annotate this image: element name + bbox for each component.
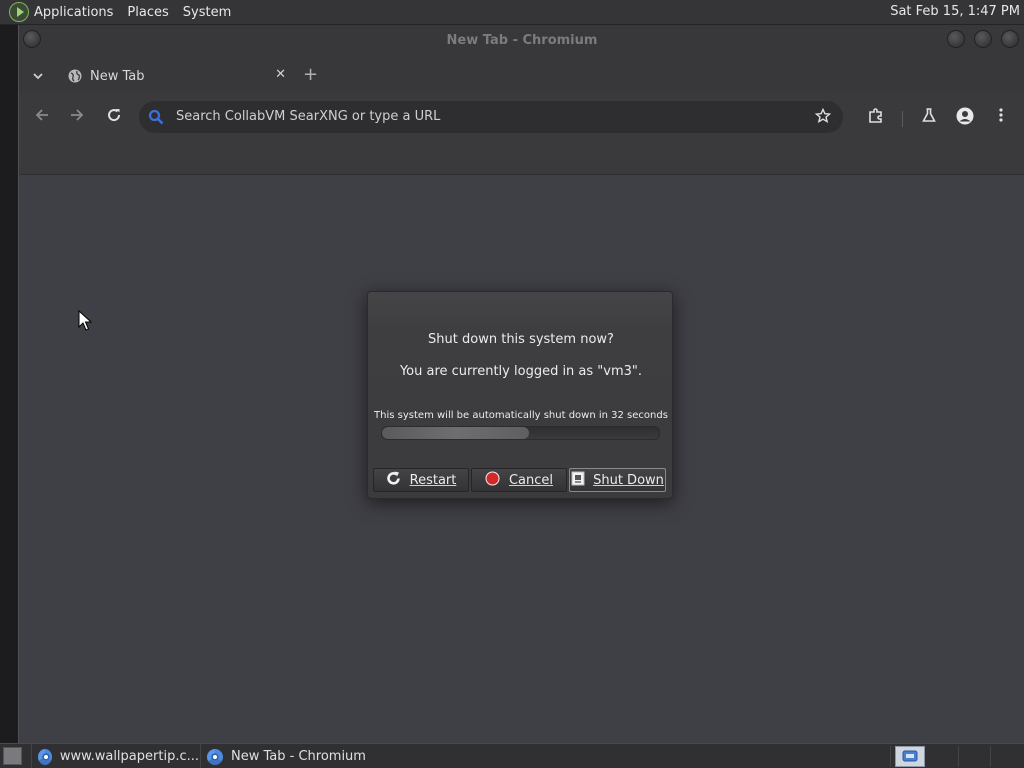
cancel-icon xyxy=(485,471,500,490)
chromium-icon xyxy=(38,748,52,765)
show-desktop-icon[interactable] xyxy=(3,747,22,765)
mouse-pointer-icon xyxy=(78,310,92,331)
omnibox-text: Search CollabVM SearXNG or type a URL xyxy=(176,109,441,124)
countdown-text: This system will be automatically shut d… xyxy=(374,410,668,421)
minimize-button[interactable] xyxy=(947,30,965,48)
shut-down-button[interactable]: Shut Down xyxy=(569,468,666,492)
cancel-button[interactable]: Cancel xyxy=(471,468,567,492)
restart-label: Restart xyxy=(409,472,457,488)
globe-icon xyxy=(68,69,82,83)
shutdown-dialog: Shut down this system now? You are curre… xyxy=(367,291,673,499)
tray-separator xyxy=(958,746,959,767)
menu-places[interactable]: Places xyxy=(127,5,168,20)
window-titlebar[interactable]: New Tab - Chromium xyxy=(19,25,1024,57)
labs-flask-icon[interactable] xyxy=(919,107,939,127)
tab-strip: New Tab ✕ + xyxy=(19,57,1024,93)
top-panel: Applications Places System Sat Feb 15, 1… xyxy=(0,0,1024,25)
bookmark-bar xyxy=(19,141,1024,175)
close-tab-icon[interactable]: ✕ xyxy=(275,67,286,82)
forward-arrow-icon[interactable] xyxy=(68,107,86,125)
cancel-label: Cancel xyxy=(508,472,554,488)
reload-icon[interactable] xyxy=(105,107,123,125)
restart-button[interactable]: Restart xyxy=(373,468,469,492)
task-label: www.wallpapertip.c... xyxy=(59,749,199,764)
kebab-menu-icon[interactable] xyxy=(991,107,1011,127)
window-title: New Tab - Chromium xyxy=(446,33,598,48)
menu-system[interactable]: System xyxy=(183,5,231,20)
extensions-puzzle-icon[interactable] xyxy=(866,107,886,129)
restart-icon xyxy=(386,471,401,490)
menu-applications[interactable]: Applications xyxy=(34,5,113,20)
browser-toolbar: Search CollabVM SearXNG or type a URL xyxy=(19,93,1024,141)
task-label: New Tab - Chromium xyxy=(231,749,366,764)
shut-down-icon xyxy=(571,471,585,490)
workspace-switcher-icon[interactable] xyxy=(895,746,925,767)
close-window-button[interactable] xyxy=(1001,30,1019,48)
omnibox[interactable]: Search CollabVM SearXNG or type a URL xyxy=(139,101,843,133)
search-icon xyxy=(148,109,164,125)
bottom-taskbar: www.wallpapertip.c... New Tab - Chromium xyxy=(0,743,1024,768)
tab-search-chevron-icon[interactable] xyxy=(33,70,43,83)
bookmark-star-icon[interactable] xyxy=(814,107,832,124)
tray-separator xyxy=(990,746,991,767)
desktop-edge xyxy=(0,25,18,743)
toolbar-divider xyxy=(902,111,903,127)
back-arrow-icon[interactable] xyxy=(33,107,51,125)
new-tab-button[interactable]: + xyxy=(303,57,318,93)
maximize-button[interactable] xyxy=(974,30,992,48)
panel-clock[interactable]: Sat Feb 15, 1:47 PM xyxy=(890,4,1020,19)
shut-down-label: Shut Down xyxy=(593,472,664,488)
profile-avatar-icon[interactable] xyxy=(955,107,975,129)
tray-separator xyxy=(890,746,891,767)
dialog-subtitle: You are currently logged in as "vm3". xyxy=(399,364,643,379)
task-new-tab-chromium[interactable]: New Tab - Chromium xyxy=(200,744,370,768)
countdown-progress-bar xyxy=(381,426,660,440)
chromium-icon xyxy=(207,748,223,765)
tab-new-tab[interactable]: New Tab ✕ xyxy=(56,59,296,93)
tab-label: New Tab xyxy=(90,68,145,84)
dialog-title: Shut down this system now? xyxy=(428,332,614,347)
mate-menu-logo-icon[interactable] xyxy=(9,2,29,22)
countdown-progress-fill xyxy=(382,427,529,439)
task-wallpapertip[interactable]: www.wallpapertip.c... xyxy=(31,744,199,768)
